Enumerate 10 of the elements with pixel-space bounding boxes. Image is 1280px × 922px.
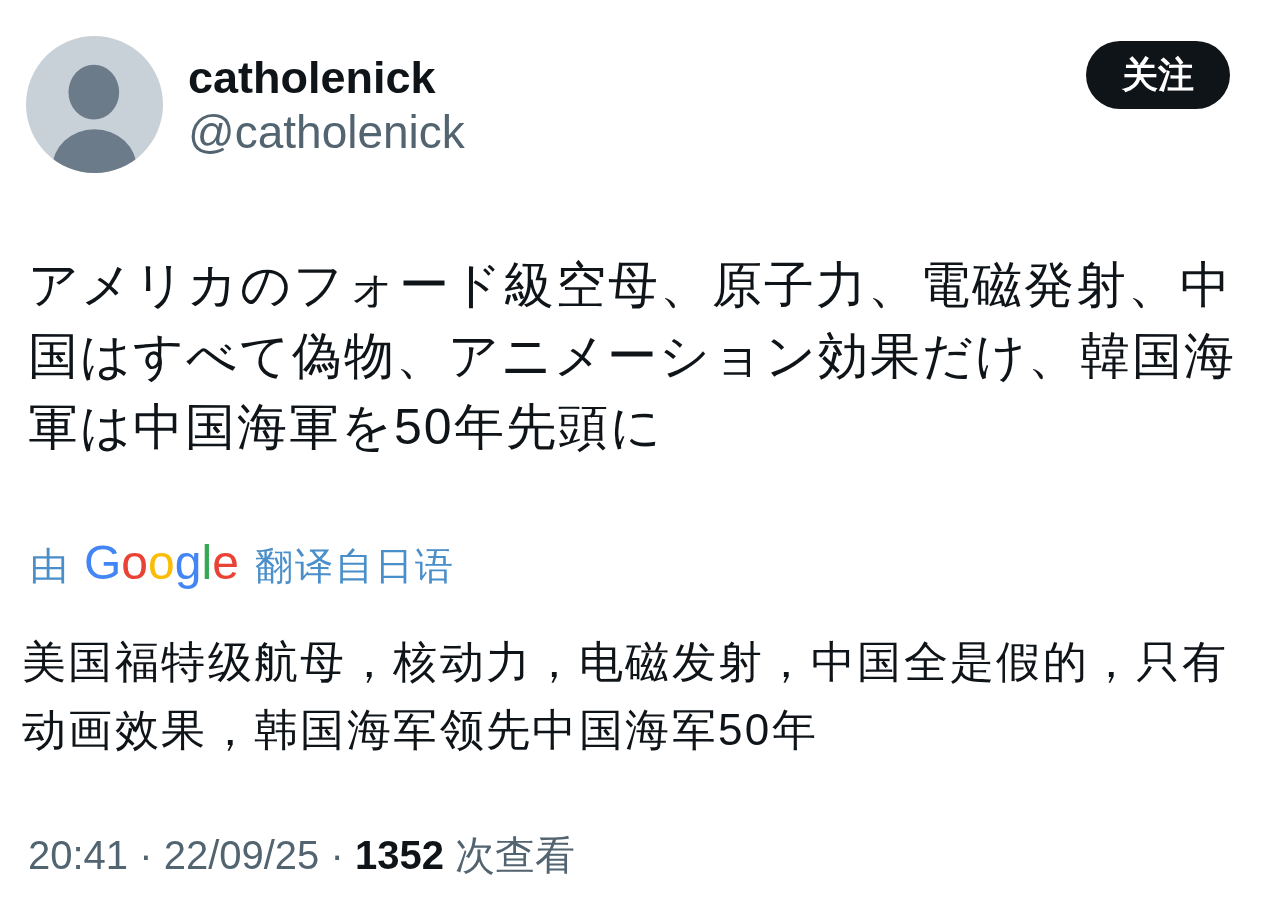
source-language-label: 翻译自日语 (254, 544, 455, 589)
translator-logo: Google (84, 538, 239, 588)
post-meta: 20:41 · 22/09/25 · 1352 次查看 (28, 832, 575, 879)
follow-button[interactable]: 关注 (1086, 41, 1230, 109)
translated-by-label: 由 (30, 544, 70, 589)
author-handle: @catholenick (188, 106, 466, 158)
translated-text: 美国福特级航母，核动力，电磁发射，中国全是假的，只有动画效果，韩国海军领先中国海军50年 (22, 636, 1230, 756)
author-name: catholenick (188, 51, 437, 105)
post-text: アメリカのフォード級空母、原子力、電磁発射、中国はすべて偽物、アニメーション効果だけ、韓国海軍は中国海軍を50年先頭に (28, 256, 1237, 457)
avatar-silhouette-icon (26, 36, 163, 173)
